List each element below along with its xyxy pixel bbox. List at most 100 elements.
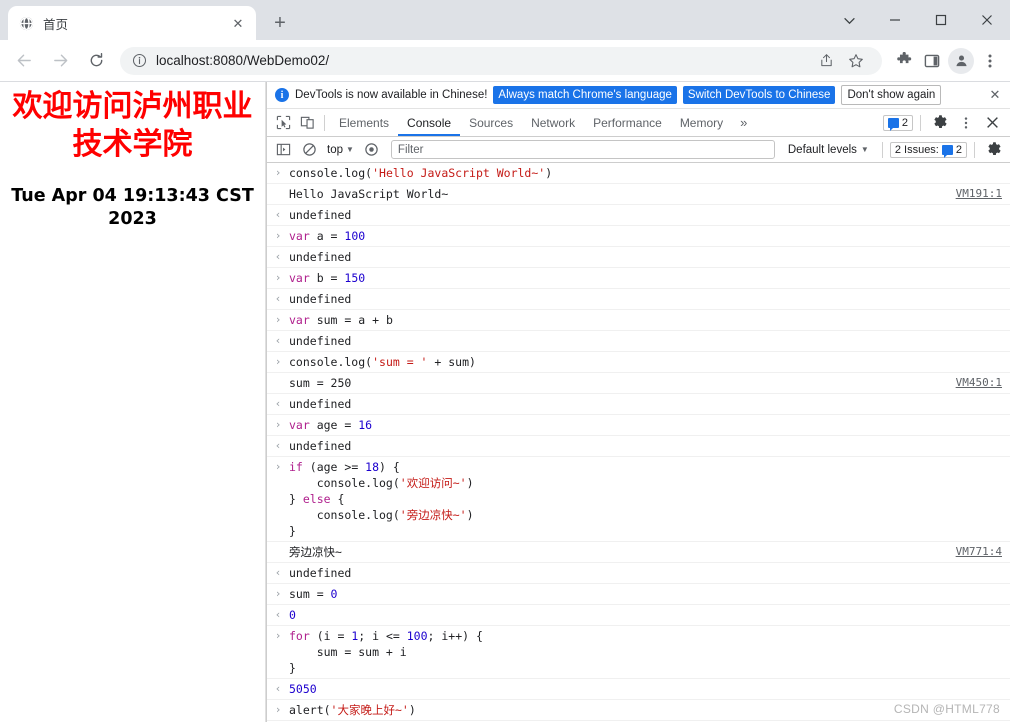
device-toggle-icon[interactable] [295, 111, 319, 135]
console-line[interactable]: › for (i = 1; i <= 100; i++) { sum = sum … [267, 626, 1010, 679]
content-area: 欢迎访问泸州职业技术学院 Tue Apr 04 19:13:43 CST 202… [0, 82, 1010, 722]
gear-icon[interactable] [982, 138, 1006, 162]
console-line[interactable]: › sum = 0 [267, 584, 1010, 605]
console-filter-input[interactable]: Filter [390, 140, 775, 159]
prompt-arrow-icon: › [274, 703, 282, 716]
devtools-language-banner: i DevTools is now available in Chinese! … [267, 82, 1010, 109]
avatar-icon[interactable] [948, 47, 974, 74]
tab-performance[interactable]: Performance [584, 109, 671, 136]
console-line[interactable]: › console.log('sum = ' + sum) [267, 352, 1010, 373]
tab-network[interactable]: Network [522, 109, 584, 136]
console-line[interactable]: ‹ undefined [267, 289, 1010, 310]
info-icon: i [275, 88, 289, 102]
inspect-cursor-icon[interactable] [271, 111, 295, 135]
address-bar[interactable]: localhost:8080/WebDemo02/ [120, 46, 882, 75]
source-link[interactable]: VM771:4 [956, 544, 1002, 560]
messages-badge[interactable]: 2 [882, 114, 913, 131]
gear-icon[interactable] [928, 111, 952, 135]
three-dots-vertical-icon[interactable] [954, 111, 978, 135]
prompt-arrow-icon: › [274, 271, 282, 284]
console-line-text: var sum = a + b [289, 313, 393, 327]
execution-context-selector[interactable]: top ▼ [323, 144, 358, 156]
divider [974, 141, 975, 158]
console-line-text: undefined [289, 397, 352, 411]
tab-elements[interactable]: Elements [330, 109, 398, 136]
console-line[interactable]: ‹ 5050 [267, 679, 1010, 700]
banner-close-icon[interactable]: ✕ [986, 86, 1004, 104]
chevron-down-icon[interactable] [826, 0, 872, 40]
prompt-arrow-icon: › [274, 166, 282, 179]
new-tab-button[interactable]: + [266, 9, 294, 37]
output-marker [267, 186, 289, 202]
page-date-text: Tue Apr 04 19:13:43 CST 2023 [11, 185, 254, 229]
maximize-icon[interactable] [918, 0, 964, 40]
tab-console[interactable]: Console [398, 109, 460, 136]
message-bubble-icon [887, 117, 899, 131]
info-circle-icon[interactable] [132, 53, 147, 68]
console-line[interactable]: › var sum = a + b [267, 310, 1010, 331]
three-dots-icon[interactable] [976, 47, 1004, 75]
prompt-arrow-icon: › [274, 460, 282, 473]
share-icon[interactable] [812, 47, 840, 75]
always-match-language-button[interactable]: Always match Chrome's language [493, 85, 677, 105]
more-tabs-icon[interactable]: » [732, 115, 755, 130]
result-arrow-icon: ‹ [274, 566, 282, 579]
console-line[interactable]: › if (age >= 18) { console.log('欢迎访问~') }… [267, 457, 1010, 542]
console-line[interactable]: 旁边凉快~ VM771:4 [267, 542, 1010, 563]
console-line[interactable]: ‹ undefined [267, 331, 1010, 352]
console-line[interactable]: ‹ 0 [267, 605, 1010, 626]
omnibox-actions [812, 47, 870, 75]
console-line[interactable]: ‹ undefined [267, 247, 1010, 268]
console-line-text: for (i = 1; i <= 100; i++) { sum = sum +… [289, 629, 483, 675]
issues-badge[interactable]: 2 Issues: 2 [889, 141, 967, 158]
star-icon[interactable] [842, 47, 870, 75]
console-line-text: console.log('sum = ' + sum) [289, 355, 476, 369]
result-arrow-icon: ‹ [274, 334, 282, 347]
prompt-arrow-icon: › [274, 313, 282, 326]
log-levels-dropdown[interactable]: Default levels ▼ [782, 144, 875, 156]
puzzle-icon[interactable] [890, 47, 918, 75]
console-line-text: sum = 0 [289, 587, 338, 601]
tab-close-icon[interactable]: ✕ [230, 15, 246, 31]
clear-console-icon[interactable] [297, 138, 321, 162]
close-icon[interactable] [964, 0, 1010, 40]
back-button[interactable] [9, 46, 39, 76]
tab-memory[interactable]: Memory [671, 109, 732, 136]
source-link[interactable]: VM191:1 [956, 186, 1002, 202]
messages-count: 2 [901, 116, 908, 129]
forward-button[interactable] [45, 46, 75, 76]
switch-devtools-language-button[interactable]: Switch DevTools to Chinese [682, 85, 836, 105]
divider [324, 114, 325, 131]
console-line[interactable]: › var a = 100 [267, 226, 1010, 247]
window-controls [826, 0, 1010, 40]
minimize-icon[interactable] [872, 0, 918, 40]
browser-tab[interactable]: 首页 ✕ [8, 6, 256, 40]
console-line[interactable]: ‹ undefined [267, 563, 1010, 584]
console-sidebar-icon[interactable] [271, 138, 295, 162]
dont-show-again-button[interactable]: Don't show again [841, 84, 942, 106]
url-text[interactable]: localhost:8080/WebDemo02/ [156, 53, 806, 68]
live-expression-icon[interactable] [360, 138, 384, 162]
browser-window: 首页 ✕ + localhost:8080/WebDemo02/ 欢迎访问泸州职… [0, 0, 1010, 722]
console-line[interactable]: ‹ undefined [267, 205, 1010, 226]
side-panel-icon[interactable] [918, 47, 946, 75]
console-line[interactable]: ‹ undefined [267, 394, 1010, 415]
chevron-down-icon: ▼ [860, 145, 869, 154]
console-output[interactable]: › console.log('Hello JavaScript World~') H… [267, 163, 1010, 722]
console-line-text: var b = 150 [289, 271, 366, 285]
tab-sources[interactable]: Sources [460, 109, 522, 136]
console-line-text: undefined [289, 334, 352, 348]
console-line[interactable]: › var age = 16 [267, 415, 1010, 436]
console-line[interactable]: ‹ undefined [267, 436, 1010, 457]
console-line[interactable]: › var b = 150 [267, 268, 1010, 289]
output-marker [267, 375, 289, 391]
console-line[interactable]: sum = 250 VM450:1 [267, 373, 1010, 394]
console-line-text: undefined [289, 208, 352, 222]
console-line[interactable]: › console.log('Hello JavaScript World~') [267, 163, 1010, 184]
close-icon[interactable] [980, 111, 1004, 135]
reload-button[interactable] [81, 46, 111, 76]
context-label: top [327, 143, 343, 156]
console-line-text: if (age >= 18) { console.log('欢迎访问~') } … [289, 460, 474, 538]
console-line[interactable]: Hello JavaScript World~ VM191:1 [267, 184, 1010, 205]
source-link[interactable]: VM450:1 [956, 375, 1002, 391]
